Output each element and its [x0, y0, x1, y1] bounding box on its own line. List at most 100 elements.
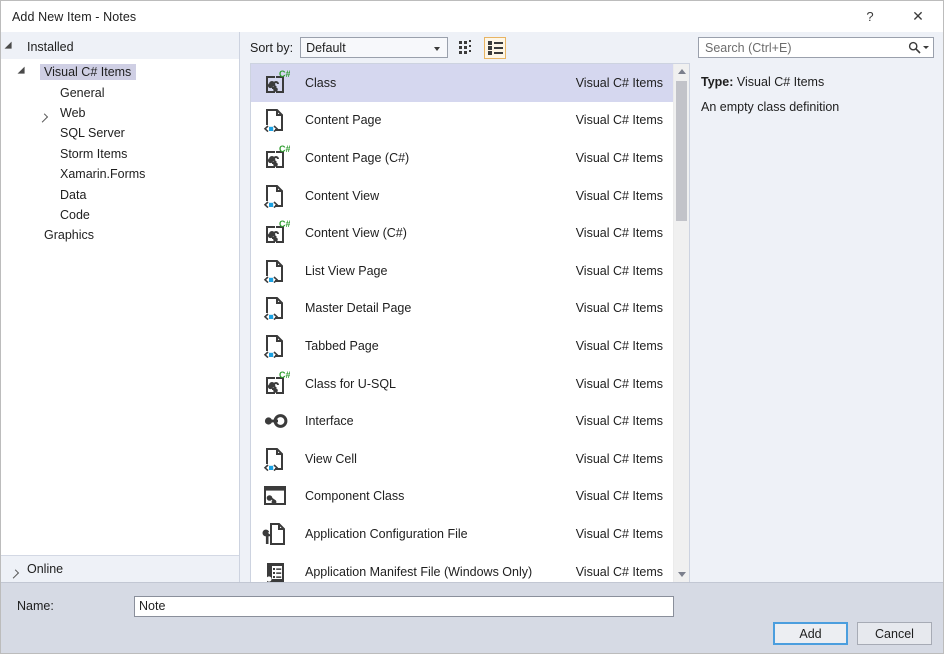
tree-item-xamarin-forms[interactable]: Xamarin.Forms	[1, 164, 239, 184]
grid-icon	[459, 40, 474, 55]
template-list-item[interactable]: Content PageVisual C# Items	[251, 102, 673, 140]
type-value: Visual C# Items	[737, 75, 824, 89]
template-icon	[259, 480, 291, 512]
template-icon: C#	[259, 368, 291, 400]
tree-item-sql-server[interactable]: SQL Server	[1, 123, 239, 143]
sidebar-section-installed[interactable]: Installed	[1, 35, 239, 59]
template-name: Component Class	[305, 489, 576, 503]
template-list-item[interactable]: C#Class for U-SQLVisual C# Items	[251, 365, 673, 403]
sidebar-section-online-label: Online	[27, 562, 63, 576]
tree-item-visual-c-items[interactable]: Visual C# Items	[1, 62, 239, 82]
template-list-item[interactable]: Master Detail PageVisual C# Items	[251, 290, 673, 328]
svg-text:C#: C#	[279, 370, 290, 380]
search-row: Search (Ctrl+E)	[690, 32, 943, 63]
columns: Installed Visual C# Items General Web SQL S…	[1, 32, 943, 582]
templates-list[interactable]: C#ClassVisual C# ItemsContent PageVisual…	[251, 64, 673, 582]
template-category: Visual C# Items	[576, 76, 667, 90]
tree-item-storm-items[interactable]: Storm Items	[1, 144, 239, 164]
template-name: Content View	[305, 189, 576, 203]
csharp-class-icon: C#	[260, 68, 290, 98]
chevron-down-icon	[434, 47, 440, 51]
tree-item-graphics[interactable]: Graphics	[1, 225, 239, 245]
template-icon: C#	[259, 217, 291, 249]
tree-item-web[interactable]: Web	[1, 103, 239, 123]
config-file-icon	[260, 519, 290, 549]
tree-item-label: Storm Items	[56, 146, 132, 162]
magnifier-icon	[908, 41, 921, 54]
template-description: An empty class definition	[701, 100, 933, 114]
template-name: Tabbed Page	[305, 339, 576, 353]
template-name: Content View (C#)	[305, 226, 576, 240]
template-list-item[interactable]: Tabbed PageVisual C# Items	[251, 327, 673, 365]
sort-by-dropdown[interactable]: Default	[300, 37, 448, 58]
template-category: Visual C# Items	[576, 264, 667, 278]
sidebar-section-online[interactable]: Online	[1, 555, 239, 582]
list-icon	[488, 40, 503, 55]
template-name: Content Page	[305, 113, 576, 127]
tree-item-code[interactable]: Code	[1, 205, 239, 225]
csharp-class-icon: C#	[260, 369, 290, 399]
manifest-file-icon	[260, 557, 290, 582]
dialog-title: Add New Item - Notes	[12, 10, 136, 24]
help-icon[interactable]: ?	[849, 1, 891, 32]
tree-item-label: General	[56, 85, 109, 101]
template-list-item[interactable]: InterfaceVisual C# Items	[251, 402, 673, 440]
template-list-item[interactable]: C#Content View (C#)Visual C# Items	[251, 214, 673, 252]
tree-item-data[interactable]: Data	[1, 184, 239, 204]
scroll-down-arrow-icon[interactable]	[674, 567, 689, 582]
template-list-item[interactable]: Content ViewVisual C# Items	[251, 177, 673, 215]
list-view-button[interactable]	[484, 37, 506, 59]
template-list-item[interactable]: Application Manifest File (Windows Only)…	[251, 553, 673, 582]
search-input[interactable]: Search (Ctrl+E)	[698, 37, 934, 58]
template-list-item[interactable]: List View PageVisual C# Items	[251, 252, 673, 290]
search-placeholder: Search (Ctrl+E)	[699, 41, 908, 55]
dialog-body: Installed Visual C# Items General Web SQL S…	[1, 32, 943, 653]
template-icon	[259, 255, 291, 287]
template-category: Visual C# Items	[576, 565, 667, 579]
tree-item-general[interactable]: General	[1, 82, 239, 102]
template-category: Visual C# Items	[576, 452, 667, 466]
footer-buttons: Add Cancel	[773, 622, 932, 645]
template-name: Interface	[305, 414, 576, 428]
small-icons-view-button[interactable]	[455, 37, 477, 59]
xaml-page-icon	[260, 181, 290, 211]
template-icon	[259, 180, 291, 212]
template-category: Visual C# Items	[576, 339, 667, 353]
template-list-item[interactable]: View CellVisual C# Items	[251, 440, 673, 478]
template-name: Content Page (C#)	[305, 151, 576, 165]
template-category: Visual C# Items	[576, 527, 667, 541]
details-pane: Type: Visual C# Items An empty class def…	[690, 63, 943, 582]
template-list-item[interactable]: Application Configuration FileVisual C# …	[251, 515, 673, 553]
tree-item-label: Xamarin.Forms	[56, 166, 150, 182]
chevron-down-icon	[923, 46, 929, 49]
search-icon[interactable]	[908, 41, 933, 54]
svg-text:C#: C#	[279, 144, 290, 154]
templates-column: Sort by: Default	[240, 32, 690, 582]
template-list-item[interactable]: C#Content Page (C#)Visual C# Items	[251, 139, 673, 177]
categories-sidebar: Installed Visual C# Items General Web SQL S…	[1, 32, 240, 582]
template-name: Master Detail Page	[305, 301, 576, 315]
template-icon	[259, 405, 291, 437]
tree-item-label: SQL Server	[56, 125, 130, 141]
template-list-item[interactable]: Component ClassVisual C# Items	[251, 478, 673, 516]
tree-item-label: Web	[56, 105, 90, 121]
template-category: Visual C# Items	[576, 414, 667, 428]
close-glyph: ✕	[912, 8, 924, 25]
type-line: Type: Visual C# Items	[701, 75, 933, 89]
template-category: Visual C# Items	[576, 113, 667, 127]
help-glyph: ?	[866, 9, 873, 24]
name-input[interactable]	[134, 596, 674, 617]
close-icon[interactable]: ✕	[897, 1, 939, 32]
template-name: Application Configuration File	[305, 527, 576, 541]
template-list-item[interactable]: C#ClassVisual C# Items	[251, 64, 673, 102]
template-icon: C#	[259, 67, 291, 99]
cancel-button[interactable]: Cancel	[857, 622, 932, 645]
add-button[interactable]: Add	[773, 622, 848, 645]
xaml-page-icon	[260, 331, 290, 361]
scroll-up-arrow-icon[interactable]	[674, 64, 689, 79]
template-category: Visual C# Items	[576, 377, 667, 391]
tree-item-label: Code	[56, 207, 95, 223]
templates-scrollbar[interactable]	[673, 64, 689, 582]
scrollbar-thumb[interactable]	[676, 81, 687, 221]
template-icon	[259, 556, 291, 582]
